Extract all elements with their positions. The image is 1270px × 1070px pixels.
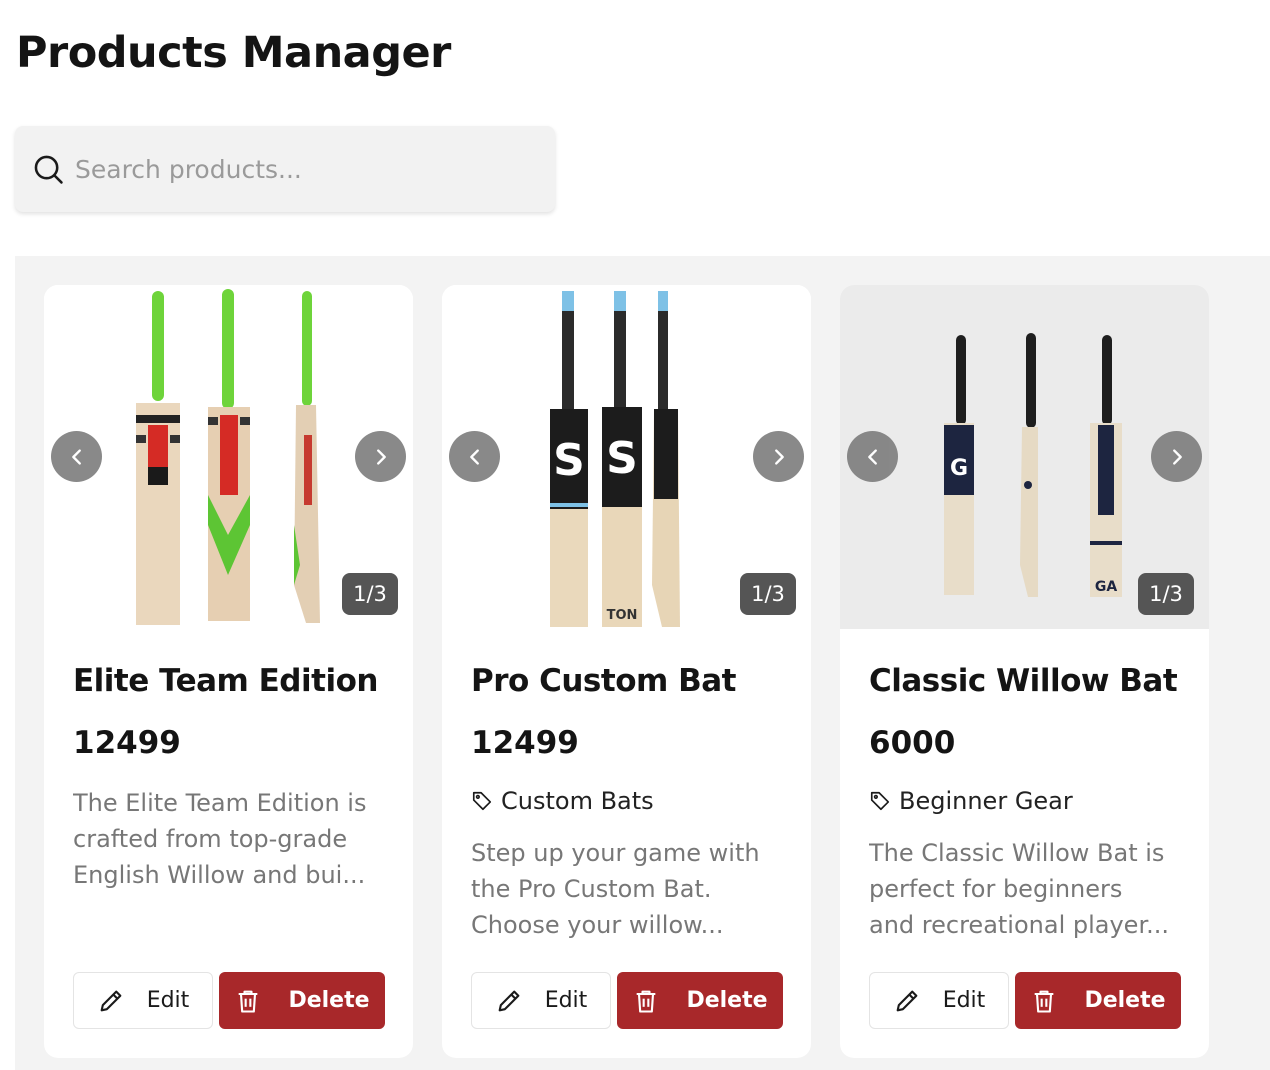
carousel-next-button[interactable] <box>1151 431 1202 482</box>
description-line: The Classic Willow Bat is <box>869 839 1165 867</box>
pencil-icon <box>498 990 520 1011</box>
pencil-icon <box>100 990 122 1011</box>
search-input[interactable] <box>75 154 515 184</box>
carousel-prev-button[interactable] <box>449 431 500 482</box>
edit-label: Edit <box>544 988 588 1013</box>
chevron-left-icon <box>71 448 81 465</box>
description-line: English Willow and bui... <box>73 861 366 889</box>
product-description: The Elite Team Edition is crafted from t… <box>73 785 393 893</box>
product-category: Custom Bats <box>471 787 654 815</box>
product-grid: 1/3 Elite Team Edition 12499 The Elite T… <box>15 256 1270 1070</box>
description-line: and recreational player... <box>869 911 1169 939</box>
delete-label: Delete <box>288 988 370 1013</box>
svg-text:S: S <box>553 435 585 486</box>
chevron-right-icon <box>1172 448 1182 465</box>
image-counter: 1/3 <box>740 573 796 615</box>
product-name: Elite Team Edition <box>73 663 378 699</box>
product-card: 1/3 Elite Team Edition 12499 The Elite T… <box>44 285 413 1058</box>
chevron-right-icon <box>376 448 386 465</box>
carousel-prev-button[interactable] <box>51 431 102 482</box>
edit-label: Edit <box>146 988 190 1013</box>
product-card: G GA 1/3 Classic Willow Bat 6000 Beginne… <box>840 285 1209 1058</box>
svg-text:S: S <box>606 433 638 484</box>
trash-icon <box>637 990 656 1013</box>
description-line: perfect for beginners <box>869 875 1123 903</box>
product-category: Beginner Gear <box>869 787 1073 815</box>
carousel-prev-button[interactable] <box>847 431 898 482</box>
svg-text:G: G <box>950 456 968 481</box>
carousel-next-button[interactable] <box>753 431 804 482</box>
description-line: Step up your game with <box>471 839 760 867</box>
product-price: 12499 <box>73 725 181 761</box>
search-icon <box>34 155 63 184</box>
edit-button[interactable]: Edit <box>73 972 213 1029</box>
delete-button[interactable]: Delete <box>617 972 783 1029</box>
edit-button[interactable]: Edit <box>869 972 1009 1029</box>
product-image-carousel: 1/3 <box>44 285 413 629</box>
product-card: S S TON 1/3 Pro Custom Bat 12499 Custom … <box>442 285 811 1058</box>
delete-label: Delete <box>1084 988 1166 1013</box>
delete-label: Delete <box>686 988 768 1013</box>
search-bar[interactable] <box>15 126 555 212</box>
image-counter: 1/3 <box>1138 573 1194 615</box>
edit-button[interactable]: Edit <box>471 972 611 1029</box>
pencil-icon <box>896 990 918 1011</box>
description-line: crafted from top-grade <box>73 825 348 853</box>
description-line: The Elite Team Edition is <box>73 789 367 817</box>
product-description: The Classic Willow Bat is perfect for be… <box>869 835 1189 943</box>
product-price: 6000 <box>869 725 956 761</box>
description-line: the Pro Custom Bat. <box>471 875 712 903</box>
category-label: Custom Bats <box>501 787 654 815</box>
product-image-carousel: G GA 1/3 <box>840 285 1209 629</box>
category-label: Beginner Gear <box>899 787 1073 815</box>
product-name: Pro Custom Bat <box>471 663 736 699</box>
product-price: 12499 <box>471 725 579 761</box>
edit-label: Edit <box>942 988 986 1013</box>
product-image-carousel: S S TON 1/3 <box>442 285 811 629</box>
image-counter: 1/3 <box>342 573 398 615</box>
chevron-left-icon <box>469 448 479 465</box>
svg-text:GA: GA <box>1095 579 1117 595</box>
tag-icon <box>870 791 890 811</box>
carousel-next-button[interactable] <box>355 431 406 482</box>
page-title: Products Manager <box>16 28 451 78</box>
product-description: Step up your game with the Pro Custom Ba… <box>471 835 791 943</box>
chevron-right-icon <box>774 448 784 465</box>
tag-icon <box>472 791 492 811</box>
trash-icon <box>239 990 258 1013</box>
product-name: Classic Willow Bat <box>869 663 1178 699</box>
trash-icon <box>1035 990 1054 1013</box>
delete-button[interactable]: Delete <box>219 972 385 1029</box>
description-line: Choose your willow... <box>471 911 724 939</box>
svg-text:TON: TON <box>607 608 638 623</box>
delete-button[interactable]: Delete <box>1015 972 1181 1029</box>
chevron-left-icon <box>867 448 877 465</box>
